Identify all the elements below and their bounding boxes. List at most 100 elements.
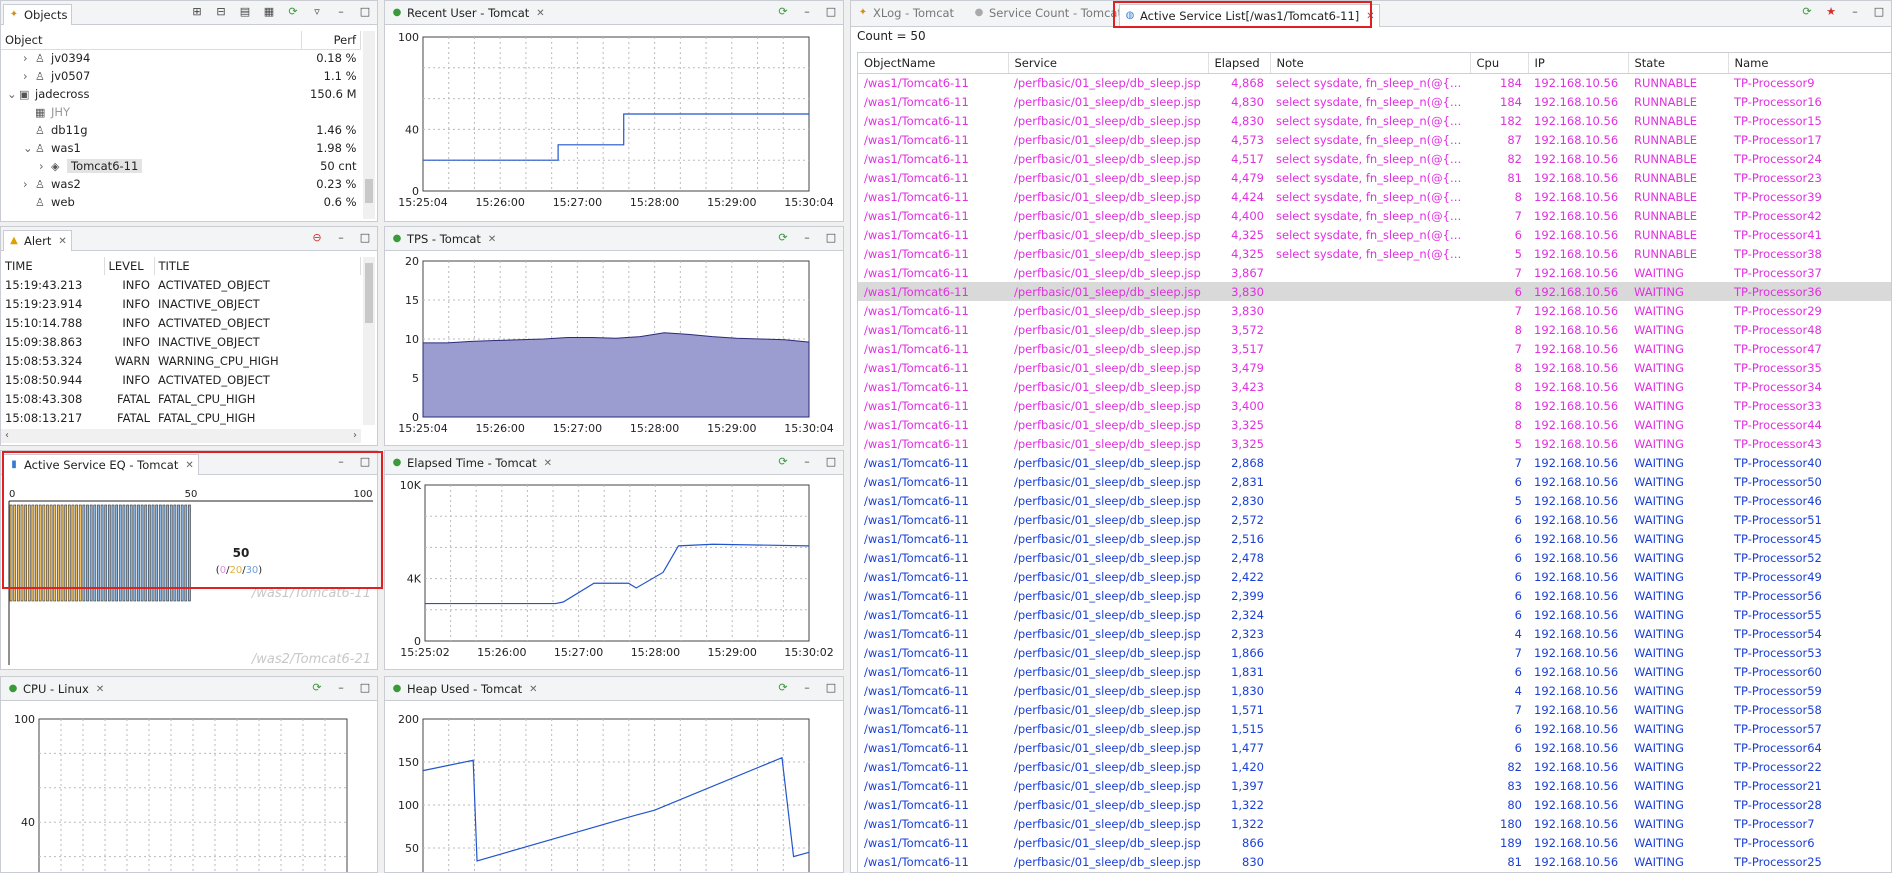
col-time[interactable]: TIME: [1, 257, 105, 275]
service-row[interactable]: /was1/Tomcat6-11/perfbasic/01_sleep/db_s…: [858, 130, 1891, 149]
refresh-icon[interactable]: ⟳: [1801, 5, 1813, 18]
alert-row[interactable]: 15:08:53.324 WARN WARNING_CPU_HIGH: [1, 351, 361, 370]
maximize-icon[interactable]: □: [825, 455, 837, 468]
service-row[interactable]: /was1/Tomcat6-11/perfbasic/01_sleep/db_s…: [858, 700, 1891, 719]
refresh-icon[interactable]: ⟳: [311, 681, 323, 694]
col-title[interactable]: TITLE: [154, 257, 361, 275]
col-elapsed[interactable]: Elapsed: [1208, 53, 1271, 74]
service-row[interactable]: /was1/Tomcat6-11/perfbasic/01_sleep/db_s…: [858, 244, 1891, 263]
service-row[interactable]: /was1/Tomcat6-11/perfbasic/01_sleep/db_s…: [858, 415, 1891, 434]
tree-row[interactable]: ▦ JHY: [1, 103, 361, 121]
minimize-icon[interactable]: –: [801, 231, 813, 244]
alert-hscrollbar[interactable]: ‹ ›: [1, 429, 361, 443]
refresh-icon[interactable]: ⟳: [287, 5, 299, 18]
col-ip[interactable]: IP: [1528, 53, 1629, 74]
tab-service-count[interactable]: ● Service Count - Tomcat: [969, 4, 1126, 22]
refresh-icon[interactable]: ⟳: [777, 5, 789, 18]
service-row[interactable]: /was1/Tomcat6-11/perfbasic/01_sleep/db_s…: [858, 776, 1891, 795]
expand-arrow-icon[interactable]: ›: [23, 51, 35, 65]
maximize-icon[interactable]: □: [359, 455, 371, 468]
service-row[interactable]: /was1/Tomcat6-11/perfbasic/01_sleep/db_s…: [858, 529, 1891, 548]
view-menu-icon[interactable]: ▿: [311, 5, 323, 18]
tab-objects[interactable]: ✦ Objects: [3, 4, 73, 25]
service-row[interactable]: /was1/Tomcat6-11/perfbasic/01_sleep/db_s…: [858, 795, 1891, 814]
service-row[interactable]: /was1/Tomcat6-11/perfbasic/01_sleep/db_s…: [858, 168, 1891, 187]
service-row[interactable]: /was1/Tomcat6-11/perfbasic/01_sleep/db_s…: [858, 738, 1891, 757]
close-icon[interactable]: ✕: [488, 234, 496, 245]
refresh-icon[interactable]: ⟳: [777, 455, 789, 468]
service-row[interactable]: /was1/Tomcat6-11/perfbasic/01_sleep/db_s…: [858, 757, 1891, 776]
minimize-icon[interactable]: –: [335, 5, 347, 18]
close-icon[interactable]: ✕: [96, 684, 104, 695]
service-row[interactable]: /was1/Tomcat6-11/perfbasic/01_sleep/db_s…: [858, 624, 1891, 643]
expand-arrow-icon[interactable]: ›: [23, 69, 35, 83]
tab-active-service-eq[interactable]: ▮ Active Service EQ - Tomcat ✕: [3, 454, 199, 475]
tree-row[interactable]: › ♙ was2 0.23 %: [1, 175, 361, 193]
expand-arrow-icon[interactable]: ›: [39, 159, 51, 173]
col-note[interactable]: Note: [1270, 53, 1471, 74]
tab-cpu[interactable]: ● CPU - Linux ✕: [3, 680, 108, 698]
expand-all-icon[interactable]: ⊞: [191, 5, 203, 18]
service-row[interactable]: /was1/Tomcat6-11/perfbasic/01_sleep/db_s…: [858, 301, 1891, 320]
alert-row[interactable]: 15:19:23.914 INFO INACTIVE_OBJECT: [1, 294, 361, 313]
alert-row[interactable]: 15:08:43.308 FATAL FATAL_CPU_HIGH: [1, 389, 361, 408]
tree-row[interactable]: ⌄ ♙ was1 1.98 %: [1, 139, 361, 157]
service-row[interactable]: /was1/Tomcat6-11/perfbasic/01_sleep/db_s…: [858, 149, 1891, 168]
close-icon[interactable]: ✕: [544, 458, 552, 469]
service-row[interactable]: /was1/Tomcat6-11/perfbasic/01_sleep/db_s…: [858, 643, 1891, 662]
minimize-icon[interactable]: –: [335, 681, 347, 694]
maximize-icon[interactable]: □: [825, 681, 837, 694]
service-row[interactable]: /was1/Tomcat6-11/perfbasic/01_sleep/db_s…: [858, 662, 1891, 681]
minimize-icon[interactable]: –: [335, 231, 347, 244]
maximize-icon[interactable]: □: [1873, 5, 1885, 18]
tab-active-service-list[interactable]: ◍ Active Service List[/was1/Tomcat6-11] ✕: [1119, 4, 1380, 27]
tab-xlog[interactable]: ✦ XLog - Tomcat: [853, 4, 958, 22]
tab-elapsed-time[interactable]: ● Elapsed Time - Tomcat ✕: [387, 454, 556, 472]
service-row[interactable]: /was1/Tomcat6-11/perfbasic/01_sleep/db_s…: [858, 567, 1891, 586]
service-row[interactable]: /was1/Tomcat6-11/perfbasic/01_sleep/db_s…: [858, 111, 1891, 130]
service-row[interactable]: /was1/Tomcat6-11/perfbasic/01_sleep/db_s…: [858, 263, 1891, 282]
service-row[interactable]: /was1/Tomcat6-11/perfbasic/01_sleep/db_s…: [858, 814, 1891, 833]
expand-arrow-icon[interactable]: ›: [23, 177, 35, 191]
service-row[interactable]: /was1/Tomcat6-11/perfbasic/01_sleep/db_s…: [858, 434, 1891, 453]
close-icon[interactable]: ✕: [536, 8, 544, 19]
service-row[interactable]: /was1/Tomcat6-11/perfbasic/01_sleep/db_s…: [858, 605, 1891, 624]
tree-row[interactable]: › ◈ Tomcat6-11 50 cnt: [1, 157, 361, 175]
service-row[interactable]: /was1/Tomcat6-11/perfbasic/01_sleep/db_s…: [858, 339, 1891, 358]
col-state[interactable]: State: [1628, 53, 1729, 74]
service-row[interactable]: /was1/Tomcat6-11/perfbasic/01_sleep/db_s…: [858, 358, 1891, 377]
service-row[interactable]: /was1/Tomcat6-11/perfbasic/01_sleep/db_s…: [858, 206, 1891, 225]
maximize-icon[interactable]: □: [825, 231, 837, 244]
close-icon[interactable]: ✕: [185, 460, 193, 471]
service-row[interactable]: /was1/Tomcat6-11/perfbasic/01_sleep/db_s…: [858, 453, 1891, 472]
tree-row[interactable]: ⌄ ▣ jadecross 150.6 M: [1, 85, 361, 103]
maximize-icon[interactable]: □: [359, 681, 371, 694]
clear-alerts-icon[interactable]: ⊖: [311, 231, 323, 244]
tab-tps[interactable]: ● TPS - Tomcat ✕: [387, 230, 500, 248]
collapse-all-icon[interactable]: ⊟: [215, 5, 227, 18]
filter-icon[interactable]: ▦: [263, 5, 275, 18]
service-row[interactable]: /was1/Tomcat6-11/perfbasic/01_sleep/db_s…: [858, 396, 1891, 415]
service-row[interactable]: /was1/Tomcat6-11/perfbasic/01_sleep/db_s…: [858, 681, 1891, 700]
tab-alert[interactable]: ▲ Alert ✕: [3, 230, 72, 251]
service-row[interactable]: /was1/Tomcat6-11/perfbasic/01_sleep/db_s…: [858, 548, 1891, 567]
alert-vscrollbar[interactable]: [363, 257, 375, 425]
alert-row[interactable]: 15:19:43.213 INFO ACTIVATED_OBJECT: [1, 275, 361, 294]
close-icon[interactable]: ✕: [1366, 11, 1374, 22]
service-row[interactable]: /was1/Tomcat6-11/perfbasic/01_sleep/db_s…: [858, 377, 1891, 396]
close-icon[interactable]: ✕: [58, 236, 66, 247]
maximize-icon[interactable]: □: [359, 231, 371, 244]
service-row[interactable]: /was1/Tomcat6-11/perfbasic/01_sleep/db_s…: [858, 510, 1891, 529]
col-objectname[interactable]: ObjectName: [858, 53, 1009, 74]
col-cpu[interactable]: Cpu: [1470, 53, 1529, 74]
col-level[interactable]: LEVEL: [104, 257, 155, 275]
tab-heap-used[interactable]: ● Heap Used - Tomcat ✕: [387, 680, 542, 698]
service-row[interactable]: /was1/Tomcat6-11/perfbasic/01_sleep/db_s…: [858, 833, 1891, 852]
col-name[interactable]: Name: [1728, 53, 1891, 74]
service-row[interactable]: /was1/Tomcat6-11/perfbasic/01_sleep/db_s…: [858, 719, 1891, 738]
tree-row[interactable]: › ♙ jv0394 0.18 %: [1, 49, 361, 67]
service-row[interactable]: /was1/Tomcat6-11/perfbasic/01_sleep/db_s…: [858, 852, 1891, 871]
minimize-icon[interactable]: –: [1849, 5, 1861, 18]
minimize-icon[interactable]: –: [801, 455, 813, 468]
service-row[interactable]: /was1/Tomcat6-11/perfbasic/01_sleep/db_s…: [858, 586, 1891, 605]
